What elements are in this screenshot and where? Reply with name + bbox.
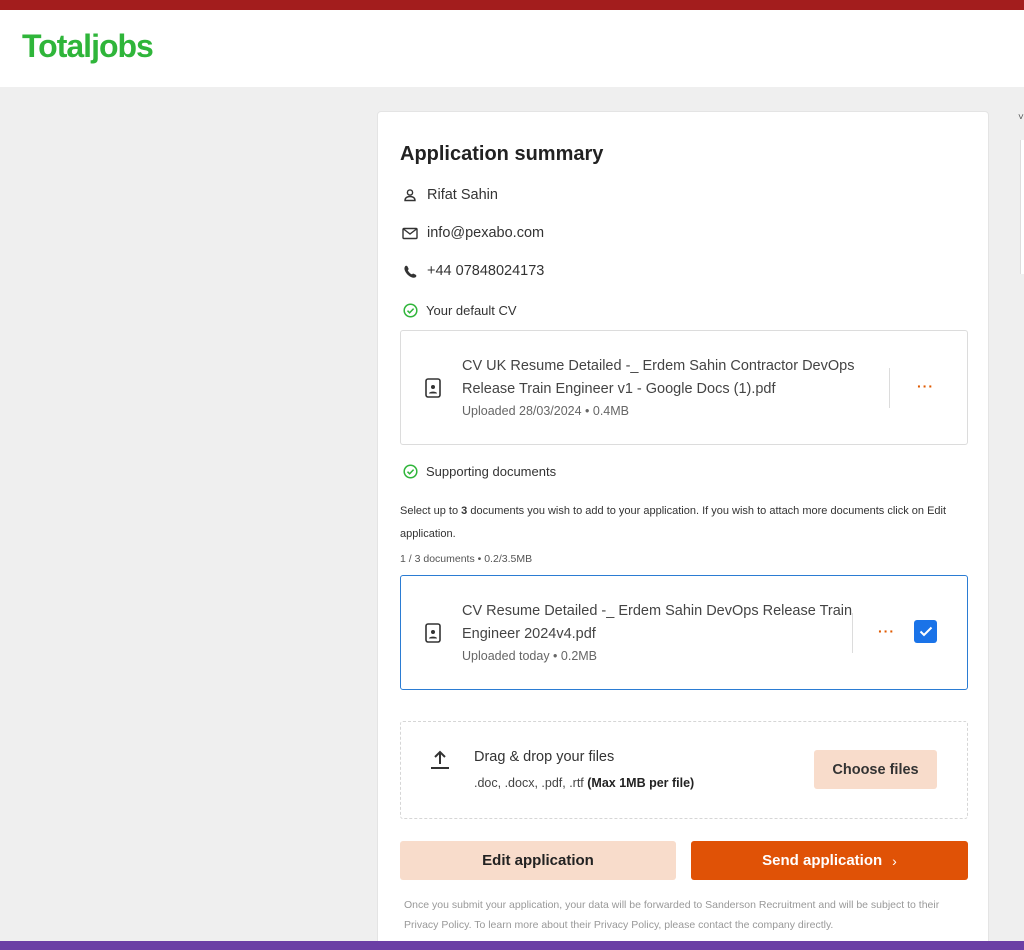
file-drop-zone[interactable]: Drag & drop your files .doc, .docx, .pdf…: [400, 721, 968, 819]
drop-zone-file-types: .doc, .docx, .pdf, .rtf (Max 1MB per fil…: [474, 776, 694, 790]
phone-icon: [400, 262, 420, 280]
page-title: Application summary: [400, 143, 604, 165]
totaljobs-logo[interactable]: Totaljobs: [22, 28, 154, 65]
file-size-limit: (Max 1MB per file): [587, 776, 695, 790]
divider: [852, 613, 853, 653]
supporting-file-name: CV Resume Detailed -_ Erdem Sahin DevOps…: [462, 603, 853, 642]
drop-zone-title: Drag & drop your files: [474, 749, 615, 765]
chevron-icon: ˅: [1018, 112, 1024, 123]
supporting-help-text: Select up to 3 documents you wish to add…: [400, 500, 970, 546]
divider: [889, 368, 890, 408]
document-count: 1 / 3 documents • 0.2/3.5MB: [400, 553, 533, 565]
default-cv-file-name: CV UK Resume Detailed -_ Erdem Sahin Con…: [462, 358, 855, 397]
send-application-label: Send application: [762, 852, 883, 869]
supporting-file-meta: Uploaded today • 0.2MB: [462, 649, 598, 663]
site-header: Totaljobs: [0, 10, 1024, 87]
help-text-start: Select up to: [400, 505, 462, 517]
privacy-disclaimer: Once you submit your application, your d…: [404, 899, 940, 931]
applicant-name-row: Rifat Sahin: [400, 186, 498, 204]
mail-icon: [400, 224, 420, 242]
allowed-file-types: .doc, .docx, .pdf, .rtf: [474, 776, 588, 790]
applicant-email: info@pexabo.com: [427, 225, 545, 241]
person-icon: [400, 186, 420, 204]
document-icon: [425, 378, 445, 400]
supporting-file-card[interactable]: CV Resume Detailed -_ Erdem Sahin DevOps…: [400, 575, 968, 690]
supporting-file-more-button[interactable]: ···: [878, 623, 895, 639]
default-cv-file-card: CV UK Resume Detailed -_ Erdem Sahin Con…: [400, 330, 968, 445]
applicant-name: Rifat Sahin: [427, 187, 498, 203]
supporting-documents-label: Supporting documents: [426, 463, 557, 479]
send-application-button[interactable]: Send application ›: [691, 841, 968, 880]
check-circle-icon: [400, 462, 420, 480]
chevron-right-icon: ›: [892, 852, 897, 869]
default-cv-heading: Your default CV: [400, 301, 517, 319]
edit-application-button[interactable]: Edit application: [400, 841, 676, 880]
application-summary-card: Application summary Rifat Sahin info@pex…: [377, 111, 989, 950]
default-cv-more-button[interactable]: ···: [917, 378, 934, 394]
document-icon: [425, 623, 445, 645]
help-text-end: documents you wish to add to your applic…: [400, 505, 947, 540]
choose-files-button[interactable]: Choose files: [814, 750, 937, 789]
side-panel-edge: [1020, 140, 1024, 274]
default-cv-label: Your default CV: [426, 302, 517, 318]
default-cv-file-meta: Uploaded 28/03/2024 • 0.4MB: [462, 404, 629, 418]
bottom-brand-bar: [0, 941, 1024, 950]
top-brand-bar: [0, 0, 1024, 10]
upload-icon: [429, 749, 451, 773]
check-circle-icon: [400, 301, 420, 319]
applicant-phone-row: +44 07848024173: [400, 262, 544, 280]
supporting-documents-heading: Supporting documents: [400, 462, 556, 480]
supporting-file-checkbox[interactable]: [914, 620, 937, 643]
applicant-phone: +44 07848024173: [427, 263, 545, 279]
check-icon: [919, 626, 932, 637]
applicant-email-row: info@pexabo.com: [400, 224, 544, 242]
